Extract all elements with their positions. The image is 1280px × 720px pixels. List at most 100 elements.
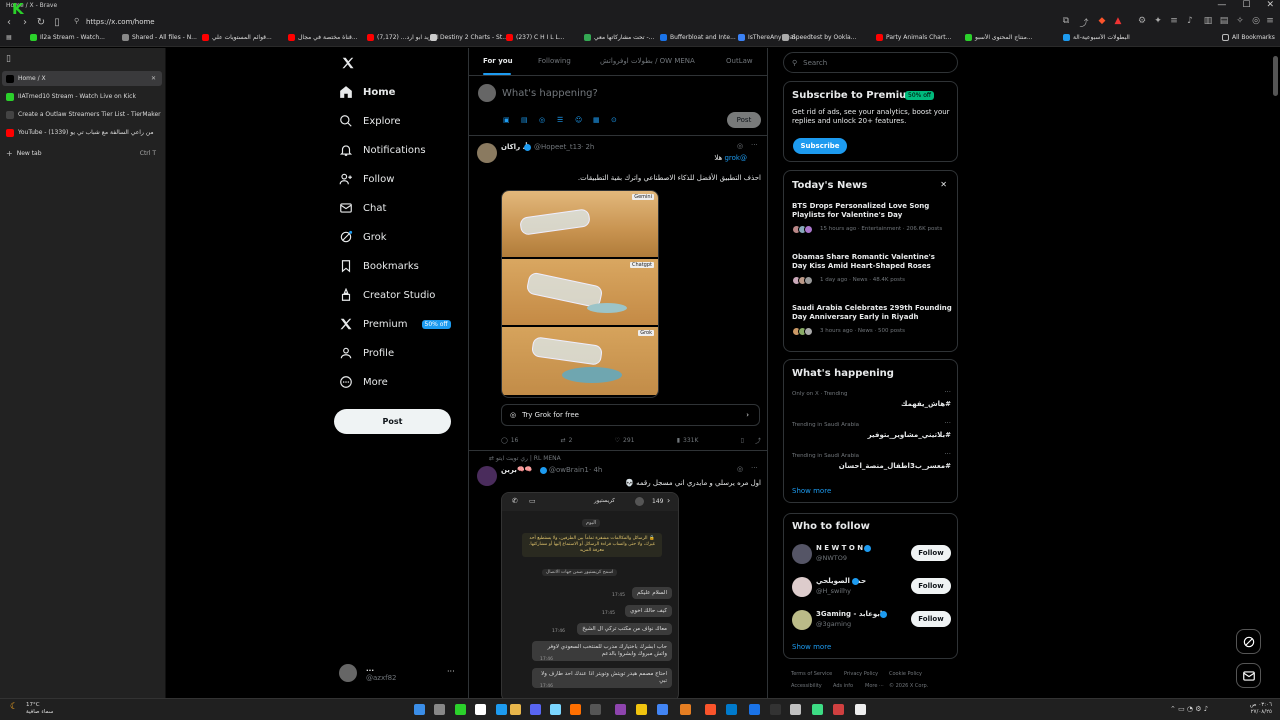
- new-tab-button[interactable]: + New tab Ctrl T: [2, 146, 162, 161]
- vpn-icon[interactable]: ◎: [1250, 16, 1262, 26]
- trend-item[interactable]: Trending in Saudi Arabia ··· #بلاتيني_مشاو…: [784, 419, 959, 447]
- repost-button[interactable]: ⇄ 2: [561, 435, 573, 445]
- vscode-icon[interactable]: [726, 704, 737, 715]
- tweet-screenshot-image[interactable]: ✆ ▭ كريستيور 149 › اليوم 🔒 الرسائل والمك…: [501, 492, 679, 698]
- brave-rewards-icon[interactable]: ▲: [1112, 16, 1124, 26]
- grok-float-button[interactable]: [1236, 629, 1261, 654]
- footer-link[interactable]: Cookie Policy: [889, 671, 922, 677]
- close-tab-icon[interactable]: ✕: [151, 75, 156, 82]
- image-icon[interactable]: ▣: [503, 116, 511, 124]
- close-icon[interactable]: ✕: [940, 180, 947, 189]
- back-icon[interactable]: ‹: [4, 17, 14, 28]
- reply-button[interactable]: ◯ 16: [501, 435, 518, 445]
- trend-item[interactable]: Trending in Saudi Arabia ··· #معسر_ب3اطفال…: [784, 450, 959, 478]
- install-app-icon[interactable]: ⧉: [1060, 16, 1072, 26]
- nav-more[interactable]: More: [339, 375, 388, 389]
- weather-widget[interactable]: ☾ 17°C سماء صافية: [10, 702, 53, 716]
- compose-post-button[interactable]: Post: [727, 112, 761, 128]
- poll-icon[interactable]: ☰: [557, 116, 565, 124]
- nav-grok[interactable]: Grok: [339, 230, 387, 244]
- tweet-author-handle[interactable]: @Hopeet_t13: [534, 143, 582, 151]
- emoji-icon[interactable]: ☺: [575, 116, 583, 124]
- nav-home[interactable]: Home: [339, 85, 395, 99]
- footer-link[interactable]: Ads info: [833, 683, 853, 689]
- app-icon[interactable]: [590, 704, 601, 715]
- close-window-icon[interactable]: ✕: [1266, 0, 1274, 10]
- tweet-more-icon[interactable]: ···: [751, 141, 758, 149]
- share-icon[interactable]: ⤴: [755, 436, 761, 445]
- nav-follow[interactable]: Follow: [339, 172, 394, 186]
- tab-outlaw[interactable]: OutLaw: [726, 57, 753, 65]
- sidebar-toggle-icon[interactable]: ▥: [1202, 16, 1214, 26]
- tweet-more-icon[interactable]: ···: [751, 464, 758, 472]
- share-icon[interactable]: ⤴: [1078, 16, 1090, 29]
- nav-premium[interactable]: Premium 50% off: [339, 317, 451, 331]
- trend-more-icon[interactable]: ···: [944, 419, 951, 427]
- tweet-time[interactable]: · 2h: [581, 143, 594, 151]
- tweet-author-handle[interactable]: @owBrain1: [549, 466, 589, 474]
- bookmark-item[interactable]: Destiny 2 Charts - St...: [430, 34, 508, 41]
- browser-tab[interactable]: Create a Outlaw Streamers Tier List - Ti…: [2, 107, 162, 122]
- windows-start-icon[interactable]: [414, 704, 425, 715]
- news-item[interactable]: BTS Drops Personalized Love Song Playlis…: [784, 202, 959, 248]
- tab-ow-mena[interactable]: بطولات اوفرواتش / OW MENA: [600, 57, 695, 65]
- kick-app-icon[interactable]: [455, 704, 466, 715]
- brave-icon[interactable]: [705, 704, 716, 715]
- tweet-card[interactable]: ⇄ ري تويت ايتو | RL MENA برين 🧠🧠 @owBrai…: [469, 452, 767, 698]
- bookmark-tweet-button[interactable]: ▯ ⤴: [741, 435, 761, 445]
- gif-icon[interactable]: ▤: [521, 116, 529, 124]
- playlist-icon[interactable]: ≡: [1168, 16, 1180, 26]
- follow-button[interactable]: Follow: [911, 611, 951, 627]
- site-info-icon[interactable]: ⚲: [74, 17, 79, 25]
- all-bookmarks[interactable]: All Bookmarks: [1222, 34, 1275, 41]
- tweet-author-name[interactable]: برين: [501, 466, 517, 474]
- schedule-icon[interactable]: ▦: [593, 116, 601, 124]
- leo-icon[interactable]: ✧: [1234, 16, 1246, 26]
- follow-suggestion[interactable]: حمد الصويلحي @H_swilhy Follow: [784, 574, 959, 602]
- account-switcher[interactable]: ... @azxf82 ···: [339, 662, 457, 686]
- tweet-time[interactable]: · 4h: [589, 466, 602, 474]
- show-more-link[interactable]: Show more: [792, 643, 831, 651]
- post-button[interactable]: Post: [334, 409, 451, 434]
- tray-icons[interactable]: ⌃ ▭ ◔ ⚙ ♪: [1170, 705, 1208, 713]
- nav-explore[interactable]: Explore: [339, 114, 401, 128]
- media-icon[interactable]: ♪: [1184, 16, 1196, 26]
- x-logo-icon[interactable]: [341, 56, 355, 72]
- wallet-icon[interactable]: ▤: [1218, 16, 1230, 26]
- maximize-icon[interactable]: ☐: [1242, 0, 1250, 10]
- grok-compose-icon[interactable]: ◎: [539, 116, 547, 124]
- tweet-card[interactable]: أ. راكان @Hopeet_t13 · 2h ◎ ··· @grok هل…: [469, 137, 767, 451]
- forward-icon[interactable]: ›: [20, 17, 30, 28]
- reload-icon[interactable]: ↻: [36, 17, 46, 28]
- location-icon[interactable]: ⊙: [611, 116, 619, 124]
- minimize-icon[interactable]: —: [1217, 0, 1226, 10]
- chrome-icon[interactable]: [657, 704, 668, 715]
- bookmark-page-icon[interactable]: ▯: [52, 17, 62, 28]
- bookmark-item[interactable]: Bufferbloat and Inte...: [660, 34, 736, 41]
- compose-input[interactable]: What's happening?: [502, 88, 598, 99]
- discord-icon[interactable]: [530, 704, 541, 715]
- search-input[interactable]: ⚲ Search: [783, 52, 958, 73]
- firefox-icon[interactable]: [570, 704, 581, 715]
- grok-explain-icon[interactable]: ◎: [737, 465, 743, 473]
- search-icon[interactable]: [434, 704, 445, 715]
- trend-item[interactable]: Only on X · Trending ··· #هاش_يفهمك: [784, 388, 959, 416]
- browser-tab[interactable]: YouTube - من راعي السالفة مع شباب تي يو …: [2, 125, 162, 140]
- app-icon[interactable]: [790, 704, 801, 715]
- messages-float-button[interactable]: [1236, 663, 1261, 688]
- tweet-image[interactable]: Gemini Chatgpt Grok: [501, 190, 659, 398]
- app-icon[interactable]: [496, 704, 507, 715]
- views-button[interactable]: ▮ 331K: [677, 435, 699, 445]
- bookmark-item[interactable]: (237) C H I L L...: [506, 34, 565, 41]
- footer-link[interactable]: More ···: [865, 683, 884, 689]
- scrollbar[interactable]: [1273, 56, 1278, 96]
- nav-chat[interactable]: Chat: [339, 201, 386, 215]
- footer-link[interactable]: Terms of Service: [791, 671, 832, 677]
- app-icon[interactable]: [636, 704, 647, 715]
- grok-explain-icon[interactable]: ◎: [737, 142, 743, 150]
- follow-suggestion[interactable]: N E W T O N @NWTO9 Follow: [784, 541, 959, 569]
- bookmark-item[interactable]: الفريد ابو ارد... (7,172): [367, 34, 439, 41]
- avatar[interactable]: [477, 466, 497, 486]
- bookmark-item[interactable]: Speedtest by Ookla...: [782, 34, 856, 41]
- nav-notifications[interactable]: Notifications: [339, 143, 426, 157]
